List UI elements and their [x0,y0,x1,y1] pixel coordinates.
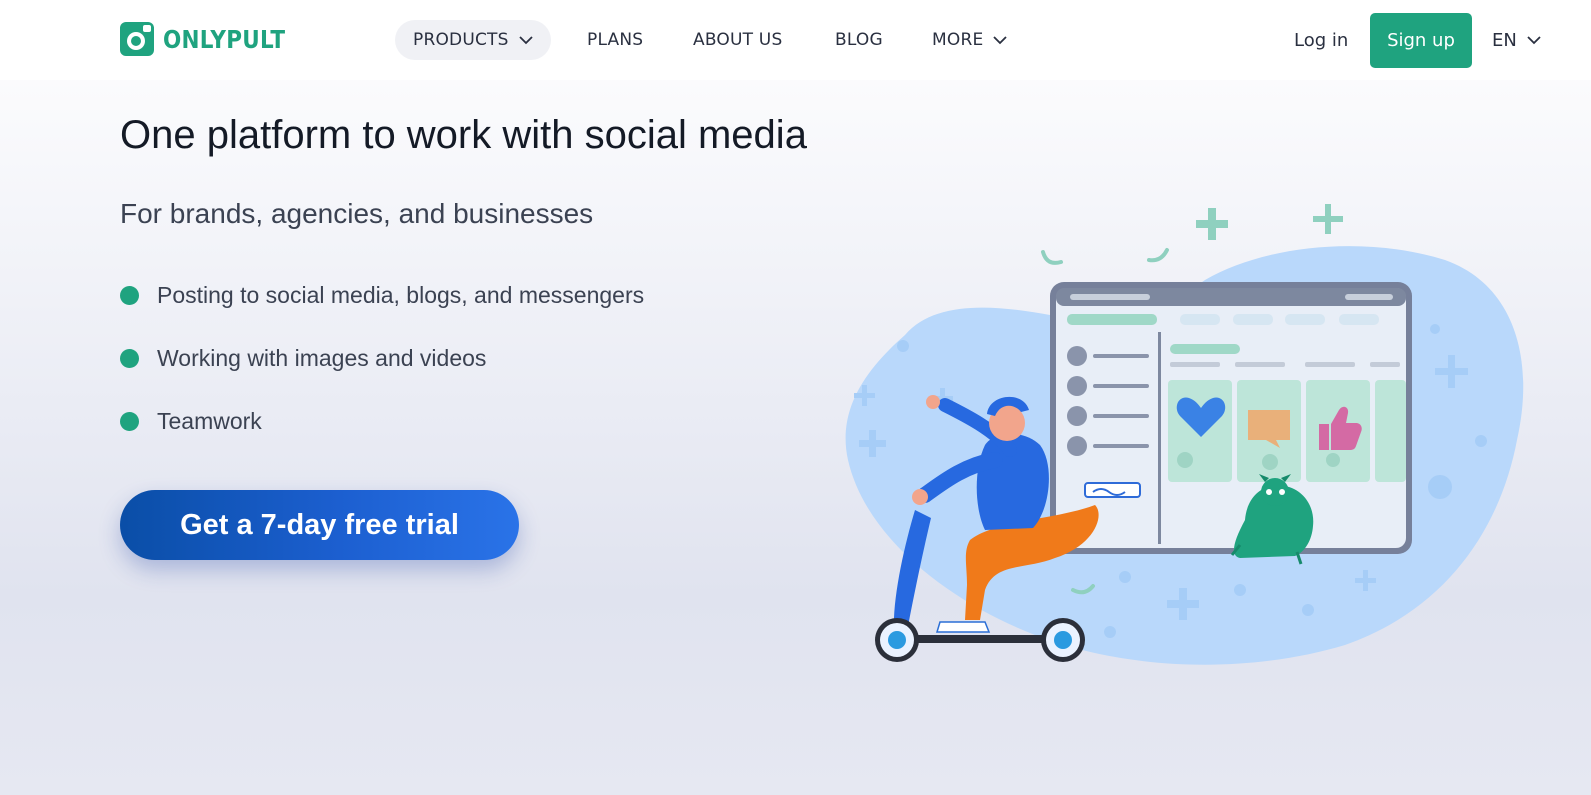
feature-text: Working with images and videos [157,344,487,371]
feature-item: Working with images and videos [120,341,644,375]
feature-item: Posting to social media, blogs, and mess… [120,278,644,312]
login-link[interactable]: Log in [1294,20,1348,60]
chevron-down-icon [993,35,1008,44]
bullet-dot-icon [120,411,139,431]
nav-item-about-us[interactable]: ABOUT US [693,20,782,60]
nav-item-blog[interactable]: BLOG [835,20,883,60]
nav-item-label: ABOUT US [693,30,783,50]
free-trial-button[interactable]: Get a 7-day free trial [120,490,519,560]
bullet-dot-icon [120,285,139,305]
nav-item-label: PRODUCTS [413,30,509,50]
hero-subtitle: For brands, agencies, and businesses [120,198,594,229]
site-header: ONLYPULT PRODUCTS PLANS ABOUT US BLOG MO… [0,0,1591,80]
nav-item-label: PLANS [587,30,644,50]
decoration-plus-icons [1196,204,1343,240]
feature-list: Posting to social media, blogs, and mess… [120,278,644,467]
feature-text: Posting to social media, blogs, and mess… [157,281,645,308]
language-selector[interactable]: EN [1492,20,1541,60]
feature-text: Teamwork [157,407,262,434]
dashboard-screen [1050,282,1412,554]
logo-text: ONLYPULT [163,24,286,54]
signup-button[interactable]: Sign up [1370,13,1472,68]
logo[interactable]: ONLYPULT [120,22,305,56]
feature-item: Teamwork [120,404,644,438]
nav-item-more[interactable]: MORE [932,20,1008,60]
hero-illustration [845,204,1524,665]
bullet-dot-icon [120,348,139,368]
language-label: EN [1492,29,1517,51]
chevron-down-icon [518,35,533,44]
logo-camera-icon [120,22,154,56]
nav-item-plans[interactable]: PLANS [587,20,643,60]
nav-item-label: BLOG [835,30,883,50]
nav-item-products[interactable]: PRODUCTS [395,20,551,60]
nav-item-label: MORE [932,30,984,50]
chevron-down-icon [1527,35,1541,44]
hero-title: One platform to work with social media [120,113,807,157]
